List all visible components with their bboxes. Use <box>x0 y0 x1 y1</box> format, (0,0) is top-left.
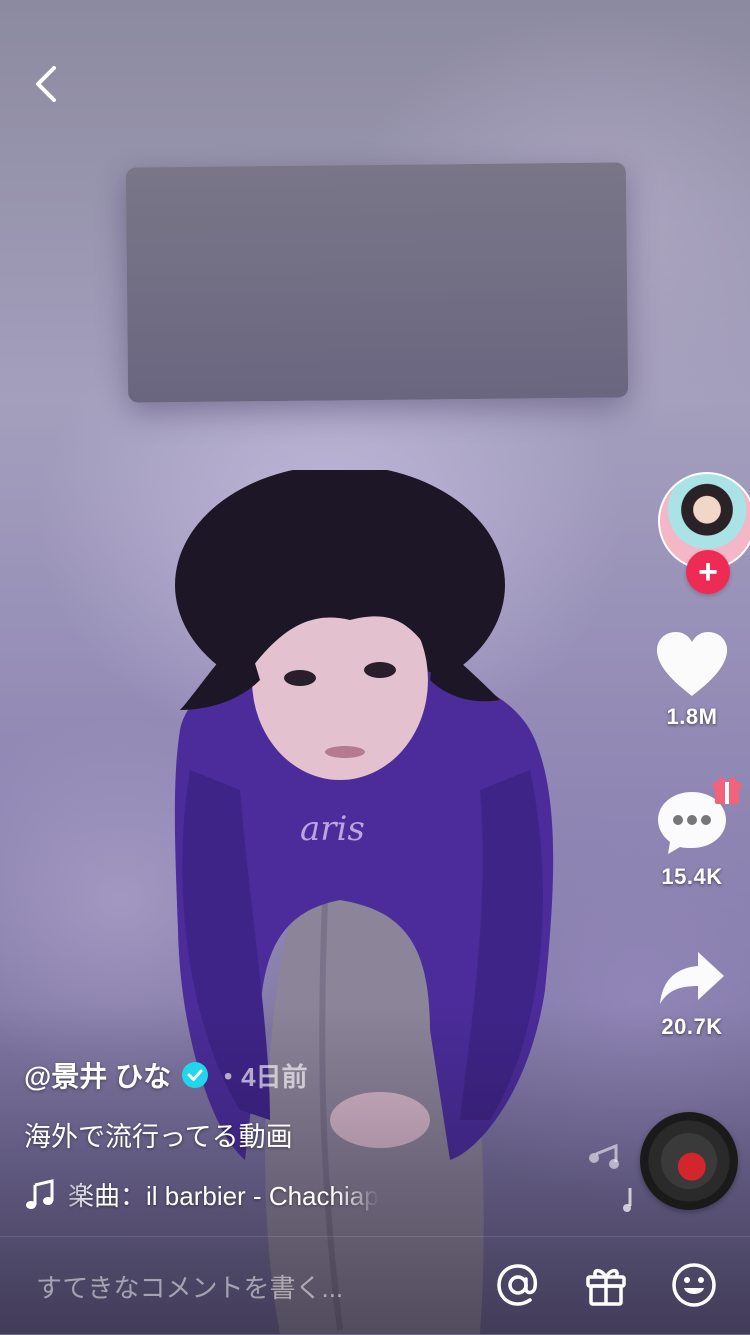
gift-icon <box>713 777 741 804</box>
music-note-icon <box>26 1178 54 1209</box>
music-row[interactable]: 楽曲：il barbier - Chachiap <box>24 1176 414 1213</box>
share-count: 20.7K <box>661 1014 723 1039</box>
follow-button[interactable]: + <box>686 550 730 594</box>
svg-text:aris: aris <box>300 809 365 849</box>
like-button[interactable]: 1.8M <box>620 630 750 730</box>
creator-avatar[interactable]: + <box>658 472 750 594</box>
music-title: 楽曲：il barbier - Chachiap <box>68 1181 379 1211</box>
comment-button[interactable]: 15.4K <box>620 777 750 890</box>
like-count: 1.8M <box>666 704 718 729</box>
post-time: ・4日前 <box>215 1061 308 1092</box>
plus-icon: + <box>698 553 718 591</box>
share-arrow-icon <box>660 952 724 1004</box>
author-row: @景井 ひな ・4日前 <box>24 1055 604 1095</box>
video-description: 海外で流行ってる動画 <box>24 1122 293 1152</box>
comment-input[interactable] <box>34 1267 458 1309</box>
video-background-cushion <box>125 162 629 403</box>
author-name[interactable]: @景井 ひな <box>24 1055 171 1095</box>
comment-count: 15.4K <box>661 864 723 889</box>
gift-icon[interactable] <box>582 1261 630 1309</box>
heart-icon <box>656 632 728 696</box>
share-button[interactable]: 20.7K <box>620 948 750 1040</box>
back-button[interactable] <box>26 62 70 106</box>
music-disc[interactable] <box>640 1112 738 1210</box>
at-sign-icon[interactable] <box>494 1261 542 1309</box>
verified-check-icon <box>181 1061 209 1089</box>
video-caption: @景井 ひな ・4日前 海外で流行ってる動画 楽曲：il barbier - C… <box>24 1055 604 1213</box>
smiley-icon[interactable] <box>670 1261 718 1309</box>
chevron-left-icon <box>36 66 56 102</box>
comment-bar <box>0 1236 750 1335</box>
music-cover-art <box>661 1133 717 1189</box>
